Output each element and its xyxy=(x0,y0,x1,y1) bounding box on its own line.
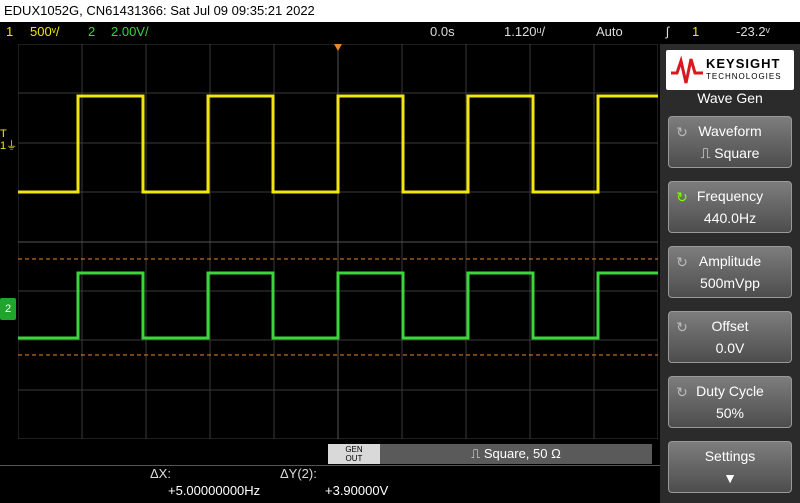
brand-name: KEYSIGHT xyxy=(706,56,781,71)
softkey-label: Duty Cycle xyxy=(696,383,764,399)
menu-title: Wave Gen xyxy=(697,90,763,106)
softkey-waveform[interactable]: ↻ Waveform ⎍ Square xyxy=(668,116,792,168)
softkey-value: 500mVpp xyxy=(700,275,760,291)
ch1-marker-label: 1 xyxy=(0,140,7,152)
softkey-duty-cycle[interactable]: ↻ Duty Cycle 50% xyxy=(668,376,792,428)
divider xyxy=(0,465,660,466)
window-title: EDUX1052G, CN61431366: Sat Jul 09 09:35:… xyxy=(0,0,800,22)
delta-y-label: ΔY(2): xyxy=(280,466,317,481)
ch1-trace xyxy=(18,94,658,194)
gen-out-label-top: GEN xyxy=(345,445,363,454)
softkey-value: ⎍ Square xyxy=(700,145,760,161)
softkey-label: Amplitude xyxy=(698,253,762,269)
gen-out-indicator[interactable]: GEN OUT xyxy=(328,444,380,464)
softkey-amplitude[interactable]: ↻ Amplitude 500mVpp xyxy=(668,246,792,298)
softkey-settings[interactable]: Settings ▼ xyxy=(668,441,792,493)
time-delay[interactable]: 0.0s xyxy=(430,22,455,42)
trigger-channel[interactable]: 1 xyxy=(692,22,699,42)
time-scale[interactable]: 1.120ᵘ/ xyxy=(504,22,545,42)
side-panel: KEYSIGHT TECHNOLOGIES Wave Gen ↻ Wavefor… xyxy=(660,44,800,503)
delta-x-value: +5.00000000Hz xyxy=(168,483,261,498)
softkey-value: 440.0Hz xyxy=(703,210,757,226)
ch2-scale[interactable]: 2.00V/ xyxy=(111,22,149,42)
delta-y-value: +3.90000V xyxy=(325,483,389,498)
wavegen-summary: ⎍ Square, 50 Ω xyxy=(380,444,652,464)
trigger-mode[interactable]: Auto xyxy=(596,22,623,42)
softkey-label: Offset xyxy=(711,318,749,334)
delta-x-label: ΔX: xyxy=(150,466,171,481)
softkey-frequency[interactable]: ↻ Frequency 440.0Hz xyxy=(668,181,792,233)
softkey-label: Frequency xyxy=(696,188,764,204)
trigger-position-icon xyxy=(334,44,342,51)
ch2-ground-marker[interactable]: 2 xyxy=(0,298,16,320)
brand-subtitle: TECHNOLOGIES xyxy=(706,72,782,81)
ch2-number[interactable]: 2 xyxy=(88,22,95,42)
gen-out-label-bottom: OUT xyxy=(345,454,363,463)
keysight-wave-icon xyxy=(671,55,703,84)
ch2-marker-label: 2 xyxy=(4,303,12,315)
trigger-edge-icon: ʃ xyxy=(666,24,669,39)
ch1-ground-marker[interactable]: T 1⏚ xyxy=(0,128,18,154)
keysight-logo: KEYSIGHT TECHNOLOGIES xyxy=(666,50,794,90)
softkey-value: 50% xyxy=(715,405,745,421)
softkey-label: Waveform xyxy=(698,123,762,139)
ch1-number[interactable]: 1 xyxy=(6,22,13,42)
trigger-level[interactable]: -23.2ᵛ xyxy=(736,22,770,42)
softkey-offset[interactable]: ↻ Offset 0.0V xyxy=(668,311,792,363)
ch1-scale[interactable]: 500ᵛ/ xyxy=(30,22,59,42)
submenu-arrow-icon: ▼ xyxy=(723,470,737,486)
softkey-label: Settings xyxy=(704,448,756,464)
softkey-value: 0.0V xyxy=(715,340,745,356)
status-bar: 1 500ᵛ/ 2 2.00V/ 0.0s 1.120ᵘ/ Auto ʃ 1 -… xyxy=(0,22,800,42)
waveform-display[interactable] xyxy=(18,44,658,439)
ch2-trace xyxy=(18,271,658,340)
